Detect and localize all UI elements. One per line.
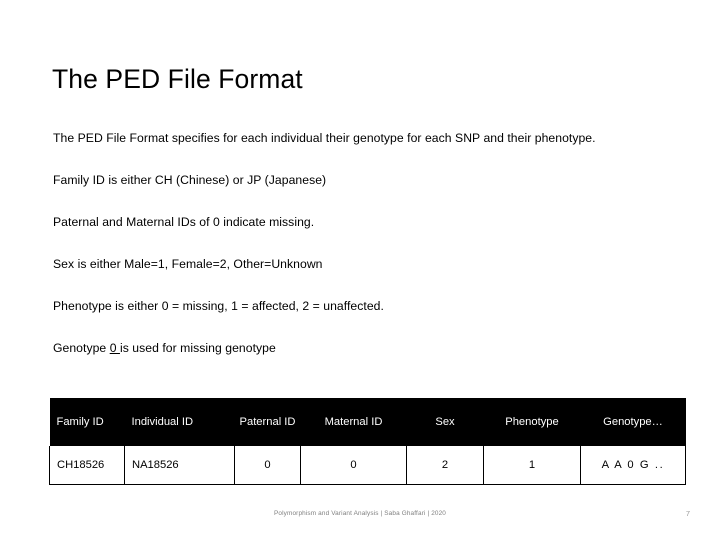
column-header-phenotype: Phenotype	[483, 398, 581, 446]
genotype-suffix-text: is used for missing genotype	[119, 340, 276, 355]
cell-maternal-id: 0	[300, 446, 407, 485]
table-header-row: Family ID Individual ID Paternal ID Mate…	[49, 398, 686, 446]
paragraph-parent-ids: Paternal and Maternal IDs of 0 indicate …	[53, 214, 315, 229]
cell-family-id: CH18526	[49, 446, 125, 485]
cell-sex: 2	[406, 446, 484, 485]
genotype-prefix-text: Genotype	[53, 340, 110, 355]
page-title: The PED File Format	[52, 64, 303, 94]
column-header-paternal-id: Paternal ID	[234, 398, 301, 446]
column-header-individual-id: Individual ID	[124, 398, 235, 446]
ped-example-table: Family ID Individual ID Paternal ID Mate…	[49, 398, 686, 485]
table-row: CH18526 NA18526 0 0 2 1 A A 0 G ..	[49, 446, 686, 485]
page-number: 7	[685, 509, 690, 518]
paragraph-sex: Sex is either Male=1, Female=2, Other=Un…	[53, 256, 323, 271]
body-content: The PED File Format specifies for each i…	[53, 131, 627, 356]
cell-phenotype: 1	[483, 446, 581, 485]
cell-paternal-id: 0	[234, 446, 301, 485]
paragraph-genotype-missing: Genotype 0 is used for missing genotype	[53, 341, 627, 357]
paragraph-intro: The PED File Format specifies for each i…	[53, 131, 596, 145]
footer-attribution: Polymorphism and Variant Analysis | Saba…	[273, 510, 447, 517]
slide-canvas: The PED File Format The PED File Format …	[0, 0, 720, 540]
paragraph-phenotype: Phenotype is either 0 = missing, 1 = aff…	[53, 298, 384, 313]
column-header-family-id: Family ID	[49, 398, 125, 446]
column-header-sex: Sex	[406, 398, 484, 446]
paragraph-family-id: Family ID is either CH (Chinese) or JP (…	[53, 172, 327, 187]
cell-genotype: A A 0 G ..	[580, 446, 686, 485]
genotype-underlined-value: 0	[109, 340, 120, 355]
column-header-maternal-id: Maternal ID	[300, 398, 407, 446]
cell-individual-id: NA18526	[124, 446, 235, 485]
column-header-genotype: Genotype…	[580, 398, 686, 446]
